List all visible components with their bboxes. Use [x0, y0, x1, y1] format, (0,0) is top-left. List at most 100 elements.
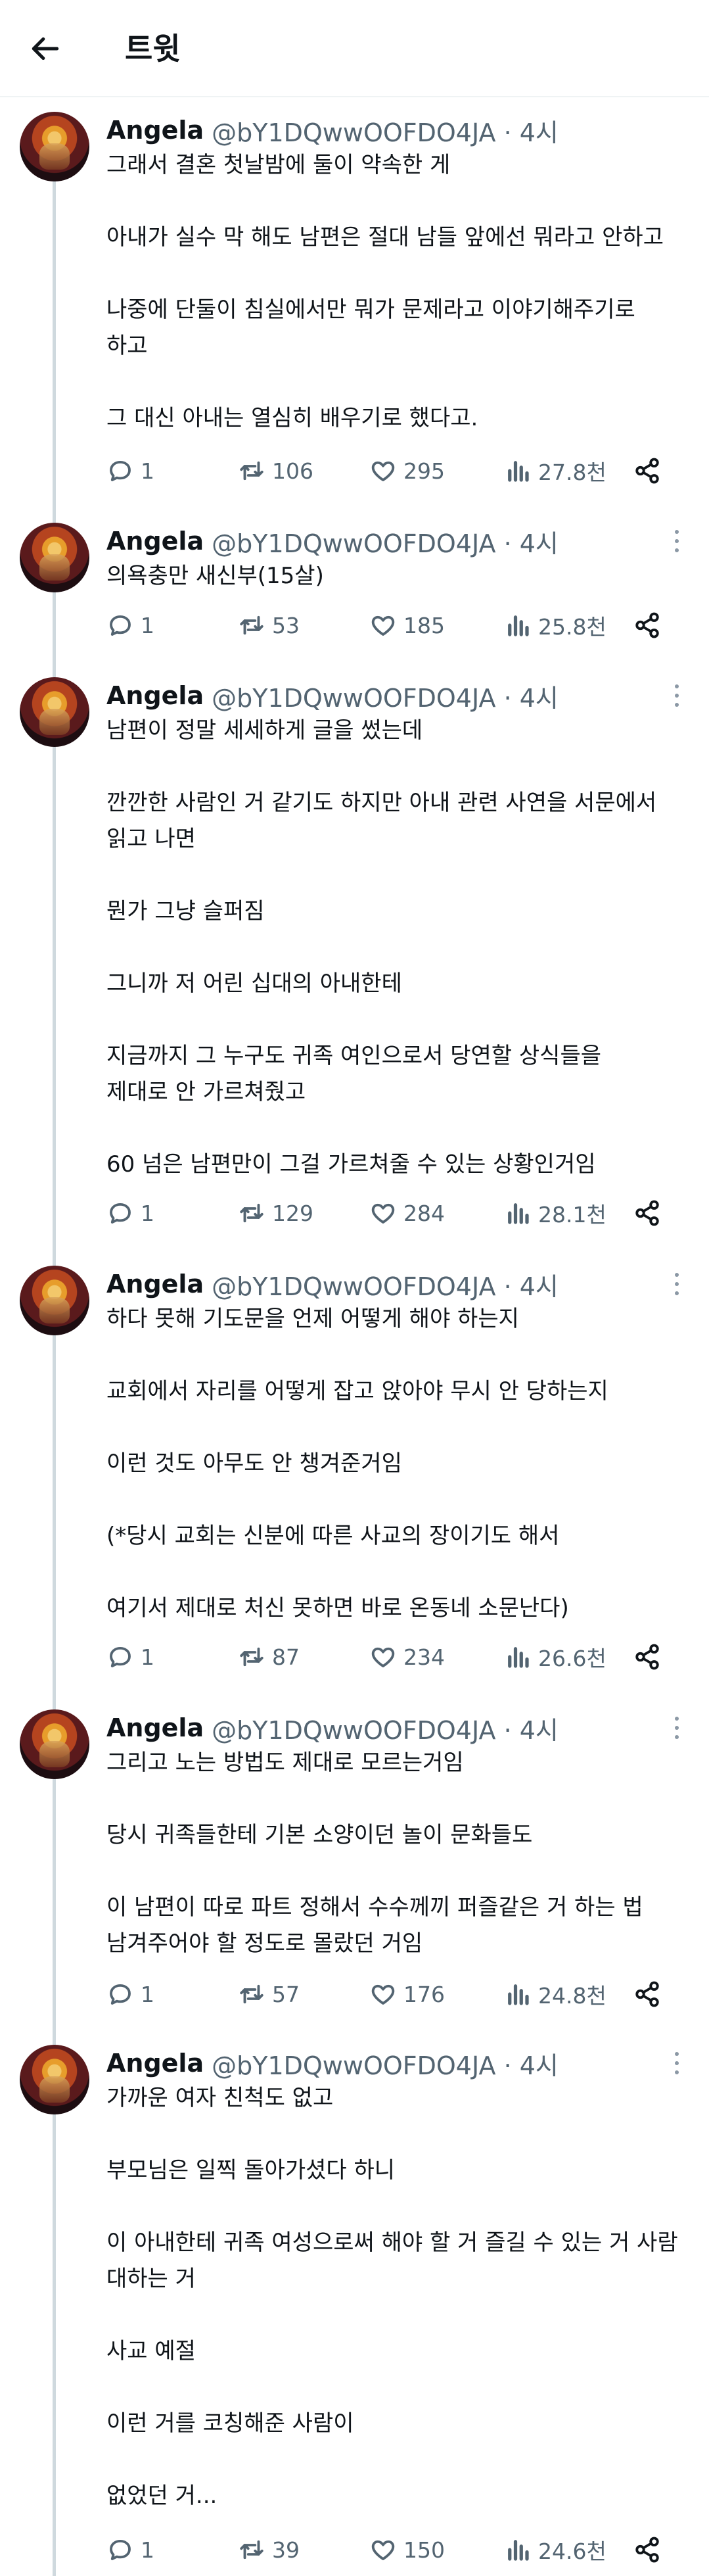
more-vertical-icon [675, 1273, 679, 1295]
reply-count: 1 [141, 1200, 154, 1226]
tweet-paragraph: 이런 거를 코칭해준 사람이 [106, 2410, 354, 2437]
retweet-button[interactable]: 57 [238, 1974, 300, 2014]
handle-and-time[interactable]: @bY1DQwwOOFDO4JA · 4시 [212, 112, 559, 149]
avatar[interactable] [20, 523, 89, 592]
display-name[interactable]: Angela [106, 1713, 204, 1742]
like-button[interactable]: 176 [369, 1974, 445, 2014]
reply-button[interactable]: 1 [106, 1974, 154, 2014]
display-name[interactable]: Angela [106, 1270, 204, 1299]
avatar[interactable] [20, 112, 89, 181]
share-button[interactable] [633, 2530, 668, 2569]
like-button[interactable]: 185 [369, 606, 445, 645]
share-button[interactable] [633, 606, 668, 645]
share-button[interactable] [633, 1637, 668, 1677]
like-button[interactable]: 295 [369, 451, 445, 490]
tweet-text: 의욕충만 새신부(15살) [106, 558, 685, 594]
bar-chart-icon [508, 1647, 529, 1668]
reply-icon [110, 1646, 131, 1667]
share-button[interactable] [633, 451, 668, 490]
tweet-paragraph: 그리고 노는 방법도 제대로 모르는거임 [106, 1750, 464, 1776]
reply-button[interactable]: 1 [106, 2530, 154, 2569]
reply-count: 1 [141, 2537, 154, 2563]
more-options-button[interactable] [664, 1712, 690, 1744]
display-name[interactable]: Angela [106, 681, 204, 710]
handle-and-time[interactable]: @bY1DQwwOOFDO4JA · 4시 [212, 2045, 559, 2082]
heart-icon [371, 1203, 395, 1224]
top-bar: 트윗 [0, 0, 709, 97]
tweet-paragraph: (*당시 교회는 신분에 따른 사교의 장이기도 해서 [106, 1523, 560, 1549]
more-options-button[interactable] [664, 680, 690, 711]
handle-and-time[interactable]: @bY1DQwwOOFDO4JA · 4시 [212, 523, 559, 560]
reply-button[interactable]: 1 [106, 606, 154, 645]
share-icon [635, 1644, 659, 1670]
tweet-header: Angela @bY1DQwwOOFDO4JA · 4시 [106, 112, 559, 149]
view-count: 28.1천 [538, 1202, 606, 1228]
back-button[interactable] [26, 29, 66, 68]
reply-icon [110, 460, 131, 481]
retweet-button[interactable]: 39 [238, 2530, 300, 2569]
tweet-actions: 1 106 295 27.8천 [106, 451, 685, 490]
tweet-actions: 1 57 176 24.8천 [106, 1974, 685, 2014]
avatar[interactable] [20, 2045, 89, 2114]
tweet-paragraph: 이런 것도 아무도 안 챙겨준거임 [106, 1450, 402, 1477]
retweet-count: 39 [272, 2537, 300, 2563]
views-button[interactable]: 24.8천 [504, 1974, 606, 2014]
views-button[interactable]: 28.1천 [504, 1193, 606, 1233]
like-button[interactable]: 150 [369, 2530, 445, 2569]
share-button[interactable] [633, 1193, 668, 1233]
reply-count: 1 [141, 1981, 154, 2007]
retweet-icon [240, 2540, 263, 2560]
retweet-button[interactable]: 129 [238, 1193, 313, 1233]
like-button[interactable]: 284 [369, 1193, 445, 1233]
avatar[interactable] [20, 1709, 89, 1779]
like-count: 295 [403, 458, 445, 484]
views-button[interactable]: 27.8천 [504, 451, 606, 490]
tweet-actions: 1 39 150 24.6천 [106, 2530, 685, 2569]
display-name[interactable]: Angela [106, 116, 204, 145]
reply-icon [110, 1984, 131, 2005]
views-button[interactable]: 26.6천 [504, 1637, 606, 1677]
display-name[interactable]: Angela [106, 2049, 204, 2078]
like-count: 176 [403, 1981, 445, 2007]
avatar[interactable] [20, 677, 89, 747]
reply-button[interactable]: 1 [106, 1193, 154, 1233]
tweet-paragraph: 아내가 실수 막 해도 남편은 절대 남들 앞에선 뭐라고 안하고 [106, 224, 664, 250]
bar-chart-icon [508, 2540, 529, 2561]
retweet-icon [240, 1984, 263, 2004]
heart-icon [371, 2540, 395, 2560]
tweet-paragraph: 이 아내한테 귀족 여성으로써 해야 할 거 즐길 수 있는 거 사람 대하는 … [106, 2230, 678, 2292]
views-button[interactable]: 25.8천 [504, 606, 606, 645]
more-vertical-icon [675, 530, 679, 552]
reply-count: 1 [141, 458, 154, 484]
avatar[interactable] [20, 1266, 89, 1335]
share-icon [635, 2537, 659, 2563]
reply-button[interactable]: 1 [106, 451, 154, 490]
handle-and-time[interactable]: @bY1DQwwOOFDO4JA · 4시 [212, 1266, 559, 1302]
retweet-count: 87 [272, 1644, 300, 1670]
like-button[interactable]: 234 [369, 1637, 445, 1677]
retweet-icon [240, 461, 263, 481]
more-options-button[interactable] [664, 525, 690, 557]
tweet-actions: 1 53 185 25.8천 [106, 606, 685, 645]
more-options-button[interactable] [664, 1268, 690, 1300]
retweet-button[interactable]: 87 [238, 1637, 300, 1677]
tweet-paragraph: 하다 못해 기도문을 언제 어떻게 해야 하는지 [106, 1306, 519, 1332]
retweet-icon [240, 1203, 263, 1223]
view-count: 27.8천 [538, 460, 606, 485]
more-options-button[interactable] [664, 2047, 690, 2079]
share-button[interactable] [633, 1974, 668, 2014]
tweet-text: 그래서 결혼 첫날밤에 둘이 약속한 게 아내가 실수 막 해도 남편은 절대 … [106, 147, 685, 437]
tweet-paragraph: 당시 귀족들한테 기본 소양이던 놀이 문화들도 [106, 1822, 533, 1848]
views-button[interactable]: 24.6천 [504, 2530, 606, 2569]
view-count: 25.8천 [538, 614, 606, 640]
display-name[interactable]: Angela [106, 527, 204, 556]
retweet-button[interactable]: 53 [238, 606, 300, 645]
retweet-button[interactable]: 106 [238, 451, 313, 490]
handle-and-time[interactable]: @bY1DQwwOOFDO4JA · 4시 [212, 678, 559, 714]
tweet-paragraph: 그래서 결혼 첫날밤에 둘이 약속한 게 [106, 152, 451, 178]
reply-count: 1 [141, 612, 154, 638]
reply-icon [110, 1203, 131, 1224]
handle-and-time[interactable]: @bY1DQwwOOFDO4JA · 4시 [212, 1710, 559, 1746]
reply-button[interactable]: 1 [106, 1637, 154, 1677]
bar-chart-icon [508, 1203, 529, 1224]
